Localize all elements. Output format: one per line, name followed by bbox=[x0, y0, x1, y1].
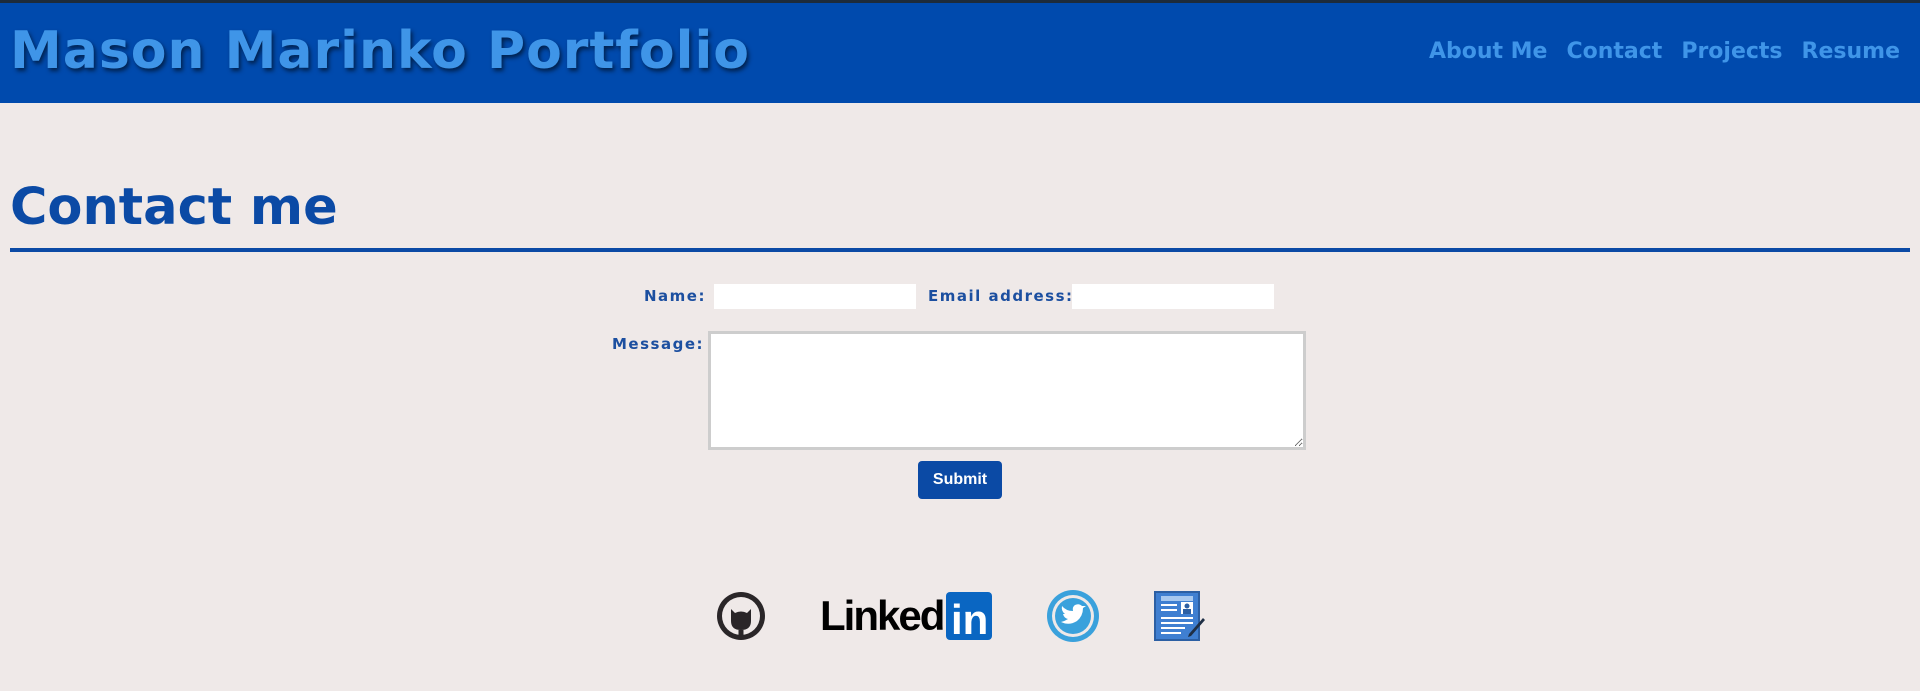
site-title: Mason Marinko Portfolio bbox=[10, 21, 751, 81]
name-input[interactable] bbox=[714, 284, 916, 309]
github-link[interactable] bbox=[714, 588, 768, 644]
email-label: Email address: bbox=[928, 287, 1074, 305]
submit-button[interactable]: Submit bbox=[918, 461, 1002, 499]
nav-projects[interactable]: Projects bbox=[1681, 39, 1782, 64]
name-label: Name: bbox=[644, 287, 706, 305]
resume-link[interactable] bbox=[1153, 588, 1205, 644]
site-header: Mason Marinko Portfolio About Me Contact… bbox=[0, 3, 1920, 103]
message-textarea[interactable] bbox=[708, 331, 1306, 450]
linkedin-link[interactable]: Linked in bbox=[820, 588, 994, 644]
main-nav: About Me Contact Projects Resume bbox=[1429, 39, 1900, 64]
twitter-icon bbox=[1047, 590, 1099, 642]
email-input[interactable] bbox=[1072, 284, 1274, 309]
linkedin-wordmark: Linked bbox=[820, 592, 943, 639]
nav-about-me[interactable]: About Me bbox=[1429, 39, 1548, 64]
page-heading: Contact me bbox=[10, 178, 338, 237]
message-label: Message: bbox=[612, 335, 704, 353]
twitter-link[interactable] bbox=[1045, 588, 1101, 644]
linkedin-box-text: in bbox=[951, 596, 988, 643]
resume-icon bbox=[1154, 591, 1205, 641]
nav-resume[interactable]: Resume bbox=[1802, 39, 1900, 64]
heading-divider bbox=[10, 248, 1910, 252]
github-icon bbox=[717, 592, 765, 640]
nav-contact[interactable]: Contact bbox=[1566, 39, 1662, 64]
linkedin-icon: Linked in bbox=[820, 592, 992, 643]
